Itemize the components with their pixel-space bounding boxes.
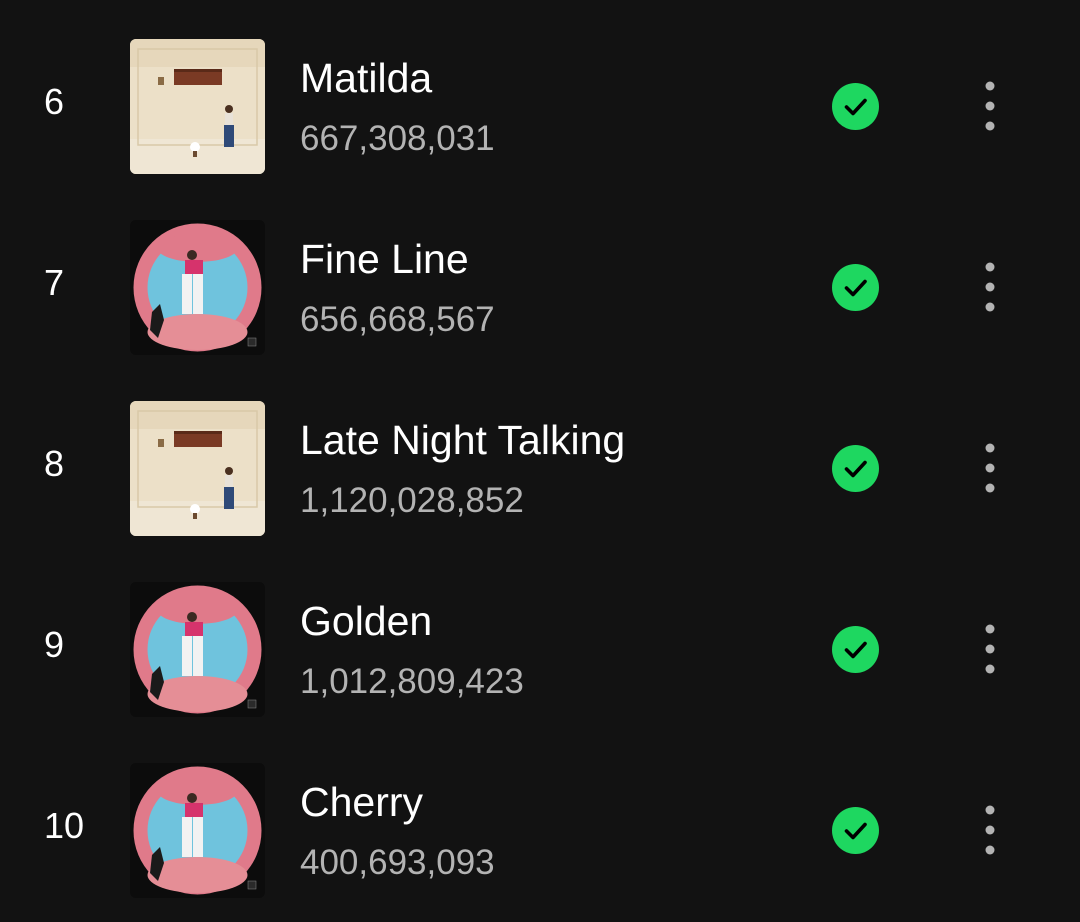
track-list: 6 Matilda 667,308,031 7 Fine Line 656,66…: [0, 0, 1080, 922]
play-count: 1,120,028,852: [300, 481, 524, 520]
play-count: 1,012,809,423: [300, 662, 524, 701]
check-circle-icon[interactable]: [832, 445, 879, 492]
more-vertical-icon[interactable]: [966, 257, 1014, 317]
check-circle-icon[interactable]: [832, 807, 879, 854]
check-circle-icon[interactable]: [832, 264, 879, 311]
check-circle-icon[interactable]: [832, 626, 879, 673]
track-row[interactable]: 10 Cherry 400,693,093: [0, 740, 1080, 921]
track-title: Fine Line: [300, 236, 469, 282]
album-cover: [130, 763, 265, 898]
track-row[interactable]: 6 Matilda 667,308,031: [0, 16, 1080, 197]
track-title: Matilda: [300, 55, 433, 101]
track-row[interactable]: 8 Late Night Talking 1,120,028,852: [0, 378, 1080, 559]
track-rank: 7: [44, 262, 65, 303]
track-row[interactable]: 9 Golden 1,012,809,423: [0, 559, 1080, 740]
more-vertical-icon[interactable]: [966, 619, 1014, 679]
more-vertical-icon[interactable]: [966, 800, 1014, 860]
album-cover: [130, 582, 265, 717]
play-count: 667,308,031: [300, 119, 495, 158]
check-circle-icon[interactable]: [832, 83, 879, 130]
track-rank: 10: [44, 805, 85, 846]
play-count: 656,668,567: [300, 300, 495, 339]
track-title: Cherry: [300, 779, 424, 825]
play-count: 400,693,093: [300, 843, 495, 882]
track-title: Golden: [300, 598, 433, 644]
track-title: Late Night Talking: [300, 417, 626, 463]
track-rank: 9: [44, 624, 65, 665]
more-vertical-icon[interactable]: [966, 76, 1014, 136]
album-cover: [130, 220, 265, 355]
track-rank: 6: [44, 81, 65, 122]
track-row[interactable]: 7 Fine Line 656,668,567: [0, 197, 1080, 378]
album-cover: [130, 401, 265, 536]
track-rank: 8: [44, 443, 65, 484]
more-vertical-icon[interactable]: [966, 438, 1014, 498]
album-cover: [130, 39, 265, 174]
